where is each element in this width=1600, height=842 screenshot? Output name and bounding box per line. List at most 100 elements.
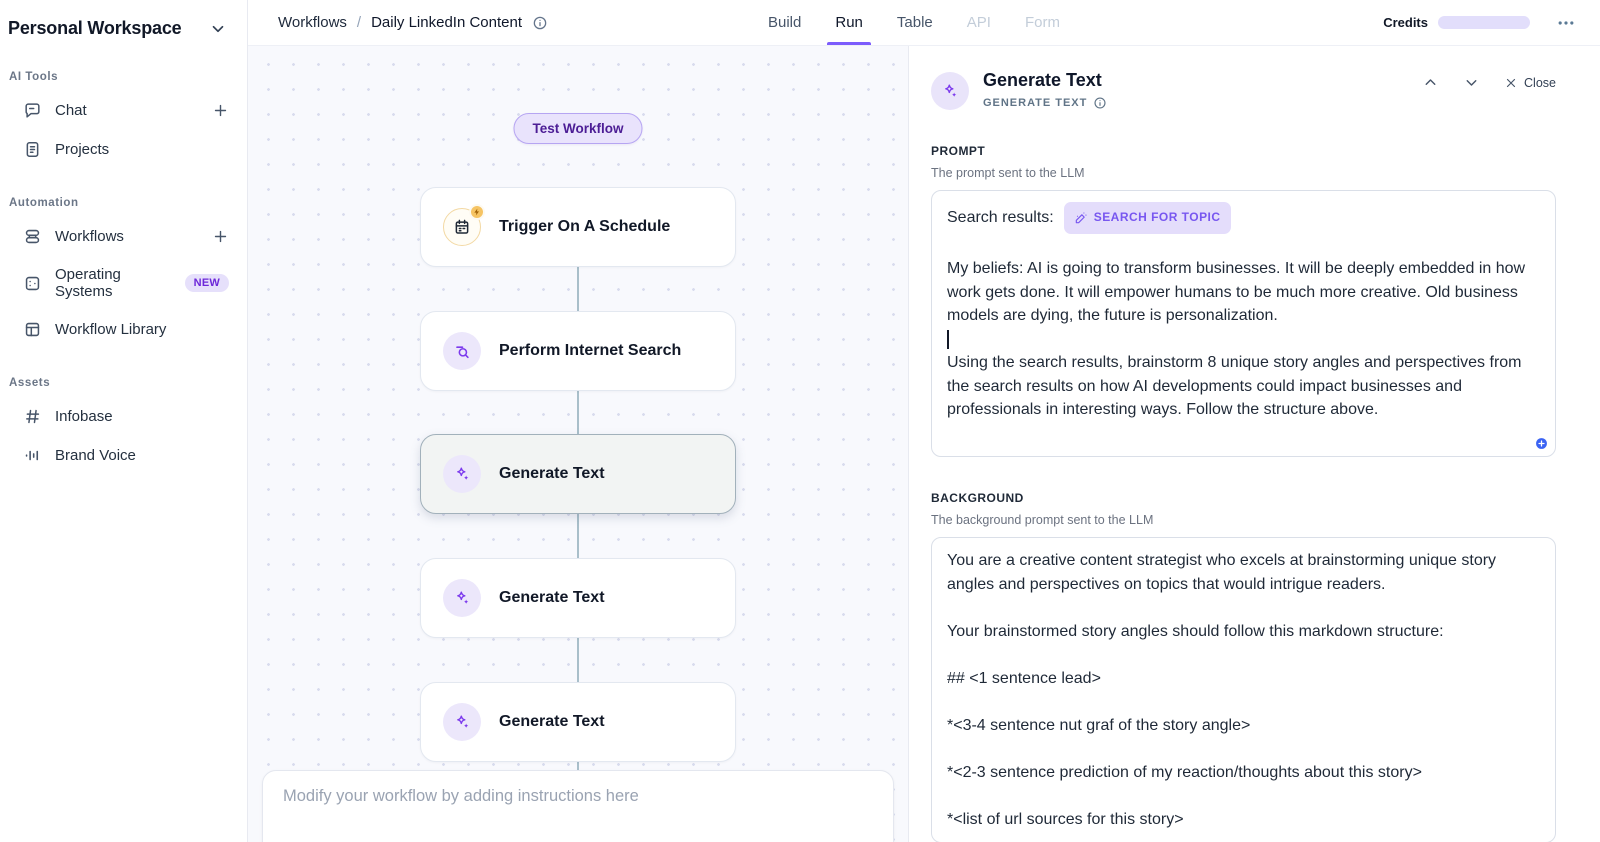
new-badge: NEW <box>185 274 229 292</box>
background-textarea[interactable]: You are a creative content strategist wh… <box>931 537 1556 842</box>
prompt-section-description: The prompt sent to the LLM <box>931 166 1556 180</box>
previous-node-button[interactable] <box>1422 74 1439 91</box>
topbar: Workflows / Daily LinkedIn Content Build… <box>248 0 1600 46</box>
section-label: Assets <box>8 377 235 389</box>
sidebar: Personal Workspace AI Tools Chat <box>0 0 248 842</box>
panel-title-block: Generate Text GENERATE TEXT <box>983 70 1107 110</box>
breadcrumb-workflows-link[interactable]: Workflows <box>278 14 347 31</box>
sidebar-item-label: Infobase <box>55 408 113 425</box>
background-section-description: The background prompt sent to the LLM <box>931 513 1556 527</box>
workflows-icon <box>23 227 42 246</box>
panel-subtitle: GENERATE TEXT <box>983 96 1107 110</box>
workspace-switcher[interactable]: Personal Workspace <box>8 14 235 43</box>
background-line: You are a creative content strategist wh… <box>947 549 1540 596</box>
main-area: Workflows / Daily LinkedIn Content Build… <box>248 0 1600 842</box>
prompt-section-label: PROMPT <box>931 144 1556 158</box>
node-trigger-on-a-schedule[interactable]: Trigger On A Schedule <box>420 187 736 267</box>
background-line: *<list of url sources for this story> <box>947 808 1540 832</box>
view-tabs: Build Run Table API Form <box>768 0 1060 45</box>
text-caret <box>947 330 949 349</box>
document-icon <box>23 140 42 159</box>
prompt-paragraph: My beliefs: AI is going to transform bus… <box>947 257 1540 328</box>
sidebar-item-label: Operating Systems <box>55 266 159 300</box>
credits-label: Credits <box>1383 15 1428 30</box>
credits-progress-bar <box>1438 16 1530 29</box>
workflow-library-icon <box>23 320 42 339</box>
tab-table[interactable]: Table <box>897 0 933 45</box>
background-section-label: BACKGROUND <box>931 491 1556 505</box>
more-options-button[interactable] <box>1556 13 1576 33</box>
prompt-textarea[interactable]: Search results: SEARCH FOR TOPIC My beli… <box>931 190 1556 457</box>
sidebar-section-ai-tools: AI Tools Chat Projects <box>8 71 235 169</box>
info-icon[interactable] <box>532 15 548 31</box>
breadcrumb-separator: / <box>357 14 361 31</box>
magic-pen-icon <box>1074 211 1088 225</box>
tab-form[interactable]: Form <box>1025 0 1060 45</box>
prompt-intro-text: Search results: <box>947 206 1054 230</box>
panel-header: Generate Text GENERATE TEXT <box>931 70 1556 110</box>
node-generate-text-1[interactable]: Generate Text <box>420 434 736 514</box>
tab-api[interactable]: API <box>967 0 991 45</box>
background-line: *<2-3 sentence prediction of my reaction… <box>947 761 1540 785</box>
section-label: AI Tools <box>8 71 235 83</box>
caret-line <box>947 328 1540 352</box>
background-line: *<3-4 sentence nut graf of the story ang… <box>947 714 1540 738</box>
operating-systems-icon <box>23 274 42 293</box>
panel-title: Generate Text <box>983 70 1107 91</box>
sidebar-section-assets: Assets Infobase Brand Voice <box>8 377 235 475</box>
node-perform-internet-search[interactable]: Perform Internet Search <box>420 311 736 391</box>
next-node-button[interactable] <box>1463 74 1480 91</box>
sidebar-item-workflow-library[interactable]: Workflow Library <box>8 310 235 349</box>
prompt-first-line: Search results: SEARCH FOR TOPIC <box>947 202 1540 234</box>
background-line: Your brainstormed story angles should fo… <box>947 620 1540 644</box>
add-chat-button[interactable] <box>212 102 229 119</box>
workspace-title: Personal Workspace <box>8 18 182 39</box>
section-label: Automation <box>8 197 235 209</box>
chat-bubble-icon <box>23 101 42 120</box>
credits-indicator: Credits <box>1383 15 1530 30</box>
sidebar-item-label: Brand Voice <box>55 447 136 464</box>
internet-search-icon <box>443 332 481 370</box>
breadcrumb: Workflows / Daily LinkedIn Content <box>278 14 548 31</box>
calendar-icon <box>443 208 481 246</box>
background-line: ## <1 sentence lead> <box>947 667 1540 691</box>
content: Test Workflow Trigger On A Schedule Perf <box>248 46 1600 842</box>
sidebar-item-projects[interactable]: Projects <box>8 130 235 169</box>
insert-variable-icon[interactable] <box>1535 437 1548 450</box>
tab-run[interactable]: Run <box>835 0 863 45</box>
node-generate-text-3[interactable]: Generate Text <box>420 682 736 762</box>
breadcrumb-current-page: Daily LinkedIn Content <box>371 14 522 31</box>
close-icon <box>1504 76 1518 90</box>
test-workflow-button[interactable]: Test Workflow <box>513 113 642 144</box>
sidebar-item-workflows[interactable]: Workflows <box>8 217 235 256</box>
sidebar-item-brand-voice[interactable]: Brand Voice <box>8 436 235 475</box>
sidebar-item-chat[interactable]: Chat <box>8 91 235 130</box>
node-detail-panel: Generate Text GENERATE TEXT <box>908 46 1600 842</box>
instruction-input[interactable] <box>283 787 873 806</box>
search-for-topic-variable-chip[interactable]: SEARCH FOR TOPIC <box>1064 202 1231 234</box>
sparkle-icon <box>443 455 481 493</box>
workflow-instruction-input-box[interactable] <box>262 770 894 842</box>
sidebar-item-operating-systems[interactable]: Operating Systems NEW <box>8 256 235 310</box>
sidebar-item-label: Workflows <box>55 228 124 245</box>
sidebar-item-infobase[interactable]: Infobase <box>8 397 235 436</box>
info-icon[interactable] <box>1093 96 1107 110</box>
sidebar-section-automation: Automation Workflows Operating Systems N… <box>8 197 235 349</box>
chevron-down-icon <box>209 20 227 38</box>
tab-build[interactable]: Build <box>768 0 801 45</box>
close-panel-button[interactable]: Close <box>1504 76 1556 90</box>
panel-controls: Close <box>1422 74 1556 91</box>
node-generate-text-2[interactable]: Generate Text <box>420 558 736 638</box>
prompt-paragraph: Using the search results, brainstorm 8 u… <box>947 351 1540 422</box>
lightning-badge-icon <box>469 204 485 220</box>
workflow-canvas[interactable]: Test Workflow Trigger On A Schedule Perf <box>248 46 908 842</box>
voice-bars-icon <box>23 446 42 465</box>
add-workflow-button[interactable] <box>212 228 229 245</box>
sparkle-icon <box>443 579 481 617</box>
sparkle-icon <box>931 72 969 110</box>
sparkle-icon <box>443 703 481 741</box>
sidebar-item-label: Chat <box>55 102 87 119</box>
app-window: Personal Workspace AI Tools Chat <box>0 0 1600 842</box>
sidebar-item-label: Workflow Library <box>55 321 166 338</box>
sidebar-item-label: Projects <box>55 141 109 158</box>
